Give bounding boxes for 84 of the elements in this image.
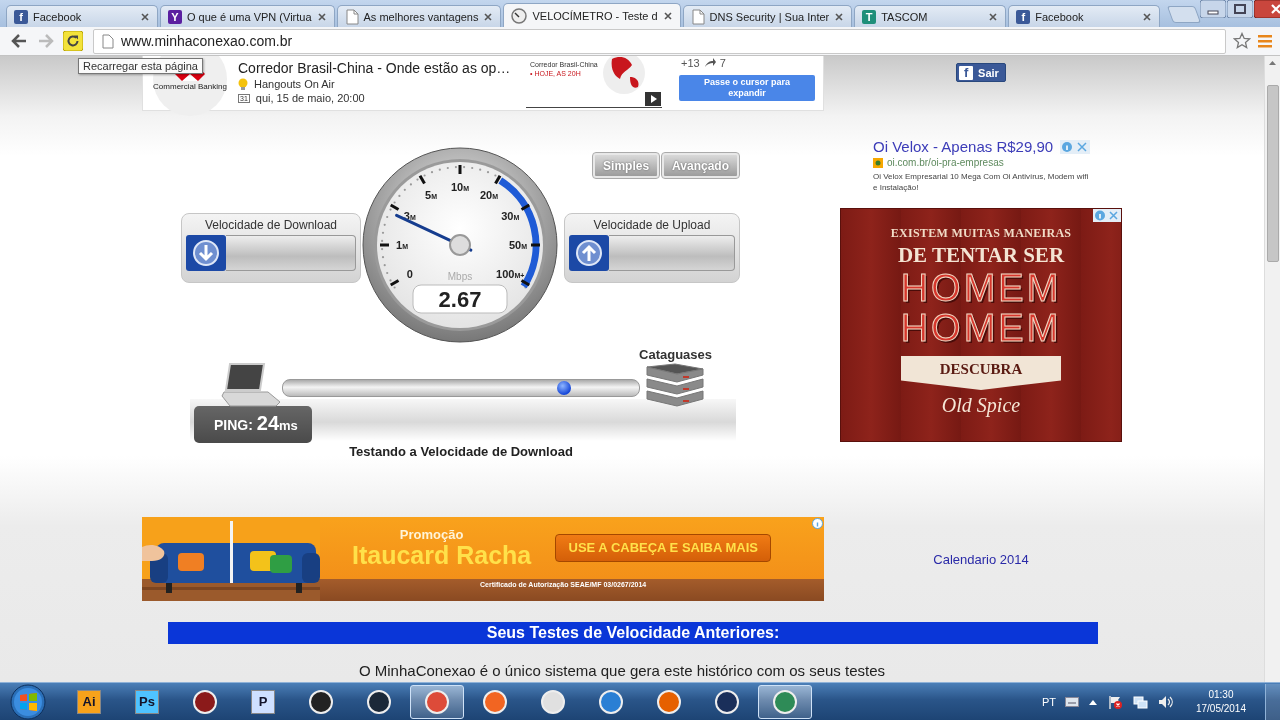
laptop-icon bbox=[220, 362, 280, 408]
promo-title: Itaucard Racha bbox=[352, 542, 532, 568]
favicon: f bbox=[1016, 9, 1031, 24]
event-title[interactable]: Corredor Brasil-China - Onde estão as op… bbox=[238, 60, 518, 76]
browser-tab[interactable]: Y O que é uma VPN (Virtua bbox=[160, 5, 335, 27]
tooltip: Recarregar esta página bbox=[78, 58, 203, 74]
cta-ribbon: DESCUBRA bbox=[901, 356, 1061, 390]
speed-reading: 2.67 bbox=[412, 284, 508, 314]
favicon: f bbox=[14, 9, 28, 24]
channel-name: Hangouts On Air bbox=[254, 78, 335, 90]
calendar-link[interactable]: Calendario 2014 bbox=[933, 552, 1029, 567]
browser-tab[interactable]: f Facebook bbox=[1008, 5, 1161, 27]
browser-tab[interactable]: DNS Security | Sua Inter bbox=[682, 5, 853, 27]
server-name: Cataguases bbox=[638, 347, 713, 363]
gauge-icon bbox=[511, 7, 528, 24]
bulb-icon bbox=[238, 78, 248, 90]
intro-text: O MinhaConexao é o único sistema que gera este histórico com os seus testes bbox=[357, 662, 887, 679]
brand-text: Old Spice bbox=[941, 394, 1021, 417]
address-field[interactable]: www.minhaconexao.com.br bbox=[93, 28, 1226, 54]
browser-tab[interactable]: T TASCOM bbox=[854, 5, 1007, 27]
ping-readout: PING: 24ms bbox=[194, 406, 312, 443]
status-text: Testando a Velocidade de Download bbox=[348, 444, 574, 459]
cta-ribbon: USE A CABEÇA E SAIBA MAIS bbox=[555, 533, 772, 562]
close-icon[interactable] bbox=[988, 11, 999, 22]
close-icon[interactable] bbox=[1142, 11, 1153, 22]
share-count: 7 bbox=[719, 57, 726, 69]
section-heading: Seus Testes de Velocidade Anteriores: bbox=[168, 622, 1098, 644]
panel-title: Velocidade de Download bbox=[203, 217, 339, 233]
ad-headline: DE TENTAR SER bbox=[897, 243, 1065, 268]
network-icon[interactable] bbox=[1131, 693, 1148, 710]
star-icon[interactable] bbox=[1233, 32, 1251, 50]
expand-button[interactable]: Passe o cursor para expandir bbox=[679, 75, 815, 101]
flag-icon[interactable] bbox=[1106, 693, 1123, 710]
app-tile: Ps bbox=[135, 689, 159, 714]
promo-label: Promoção bbox=[399, 527, 464, 542]
ad-headline: HOMEM bbox=[900, 268, 1062, 308]
close-icon[interactable] bbox=[140, 11, 150, 22]
favicon: Y bbox=[168, 9, 182, 24]
favicon: T bbox=[862, 9, 877, 24]
close-icon[interactable] bbox=[834, 11, 845, 22]
clock-time: 01:30 bbox=[1208, 687, 1234, 702]
maximize-button[interactable] bbox=[1227, 0, 1254, 18]
panel-title: Velocidade de Upload bbox=[592, 217, 712, 233]
ad-banner[interactable]: EXISTEM MUITAS MANEIRAS DE TENTAR SER HOMEM HOMEM DESCUBRA Old Spice bbox=[840, 208, 1122, 442]
page-icon bbox=[690, 8, 705, 25]
ad-headline: HOMEM bbox=[900, 308, 1062, 348]
app-tile: P bbox=[251, 689, 275, 714]
app-tile: Ai bbox=[77, 689, 101, 714]
logout-button[interactable]: f Sair bbox=[956, 63, 1006, 82]
scroll-thumb[interactable] bbox=[1266, 85, 1279, 262]
reload-button[interactable] bbox=[63, 31, 83, 51]
site-favicon bbox=[873, 157, 883, 168]
share-icon bbox=[703, 58, 716, 68]
ad-info-icon[interactable] bbox=[812, 518, 823, 529]
play-icon[interactable] bbox=[645, 92, 661, 106]
server-icon bbox=[643, 363, 705, 407]
browser-tab[interactable]: As melhores vantagens bbox=[336, 5, 502, 27]
taskbar-button[interactable]: P bbox=[236, 684, 290, 719]
brand-text: Commercial Banking bbox=[153, 82, 227, 91]
browser-tab[interactable]: f Facebook bbox=[6, 5, 158, 27]
ad-description: Oi Velox Empresarial 10 Mega Com Oi Antivírus, Modem wifi e Instalação! bbox=[873, 171, 1090, 193]
close-icon[interactable] bbox=[662, 10, 673, 21]
plus-count: +13 bbox=[681, 57, 700, 69]
page-icon bbox=[102, 33, 114, 49]
keyboard-icon[interactable] bbox=[1064, 696, 1079, 707]
download-icon bbox=[186, 235, 226, 271]
scrollbar[interactable] bbox=[1264, 56, 1280, 682]
ad-title-link[interactable]: Oi Velox - Apenas R$29,90 bbox=[873, 138, 1054, 155]
close-icon[interactable] bbox=[316, 11, 327, 22]
ad-url[interactable]: oi.com.br/oi-pra-empresas bbox=[887, 157, 1004, 168]
taskbar-button[interactable]: Ai bbox=[62, 684, 116, 719]
unit-label: Mbps bbox=[447, 271, 473, 282]
start-button[interactable] bbox=[10, 683, 46, 720]
show-desktop-button[interactable] bbox=[1265, 683, 1280, 720]
page-icon bbox=[344, 8, 359, 25]
close-icon[interactable] bbox=[483, 11, 494, 22]
clock-date: 17/05/2014 bbox=[1195, 701, 1246, 716]
taskbar-button[interactable]: Ps bbox=[120, 684, 174, 719]
scale-label: 0 bbox=[406, 268, 413, 280]
browser-tab[interactable]: VELOCÍMETRO - Teste d bbox=[503, 3, 681, 27]
language-indicator[interactable]: PT bbox=[1041, 695, 1056, 708]
event-date: qui, 15 de maio, 20:00 bbox=[255, 92, 365, 104]
ad-headline: EXISTEM MUITAS MANEIRAS bbox=[890, 226, 1072, 241]
upload-icon bbox=[569, 235, 609, 271]
